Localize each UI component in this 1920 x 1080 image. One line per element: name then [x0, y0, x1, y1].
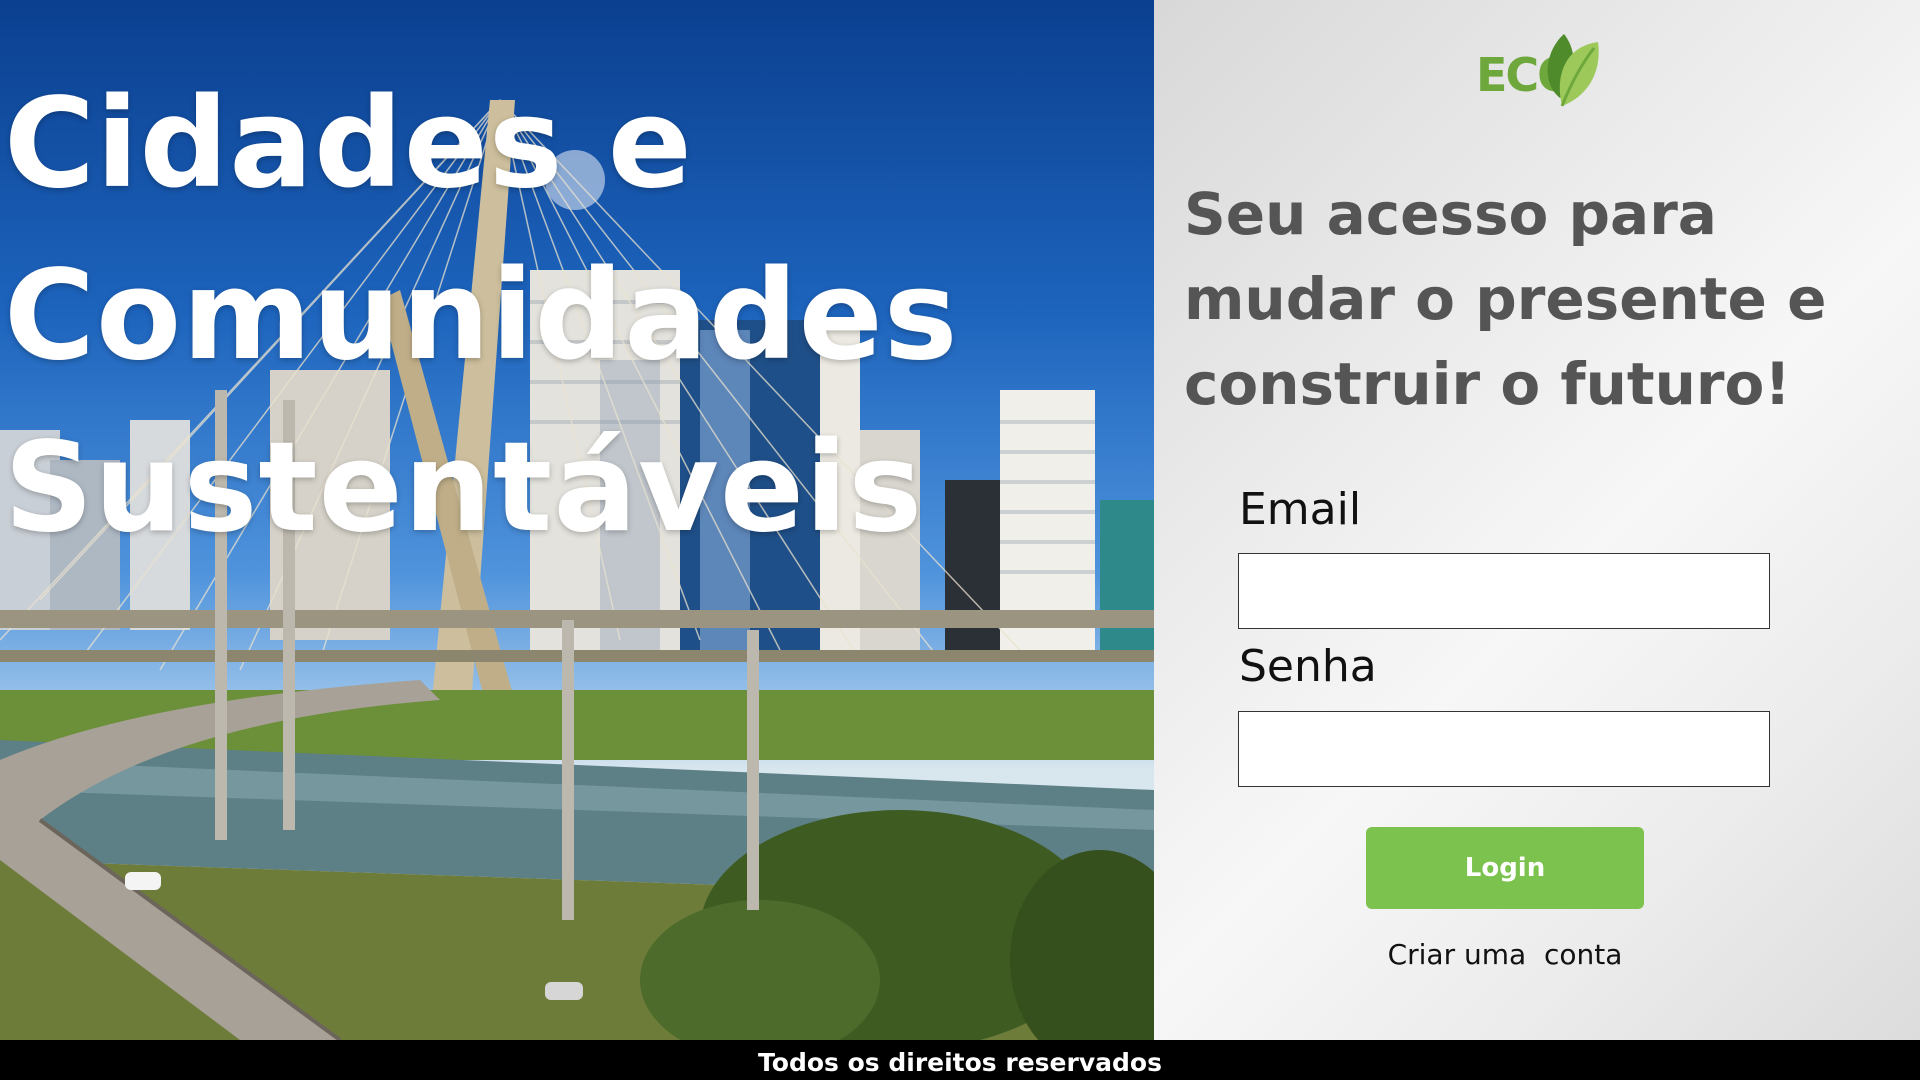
email-field[interactable]	[1238, 553, 1770, 629]
email-label: Email	[1239, 484, 1362, 535]
password-label: Senha	[1239, 641, 1377, 692]
hero-title-line: Cidades e	[4, 72, 693, 216]
tagline: Seu acesso para mudar o presente e const…	[1184, 180, 1827, 418]
leaf-icon	[1547, 34, 1599, 107]
footer-text: Todos os direitos reservados	[758, 1048, 1162, 1077]
eco-logo: ECO	[1476, 32, 1606, 112]
create-account-link[interactable]: Criar uma conta	[1314, 938, 1696, 971]
hero-title: Cidades e Comunidades Sustentáveis	[4, 58, 1104, 574]
hero-title-line: Comunidades	[4, 244, 959, 388]
footer: Todos os direitos reservados	[0, 1040, 1920, 1080]
password-field[interactable]	[1238, 711, 1770, 787]
hero-section: Cidades e Comunidades Sustentáveis	[0, 0, 1154, 1040]
login-page: Cidades e Comunidades Sustentáveis ECO S…	[0, 0, 1920, 1080]
login-button[interactable]: Login	[1366, 827, 1644, 909]
login-panel: ECO Seu acesso para mudar o presente e c…	[1154, 0, 1920, 1040]
hero-title-line: Sustentáveis	[4, 416, 924, 560]
